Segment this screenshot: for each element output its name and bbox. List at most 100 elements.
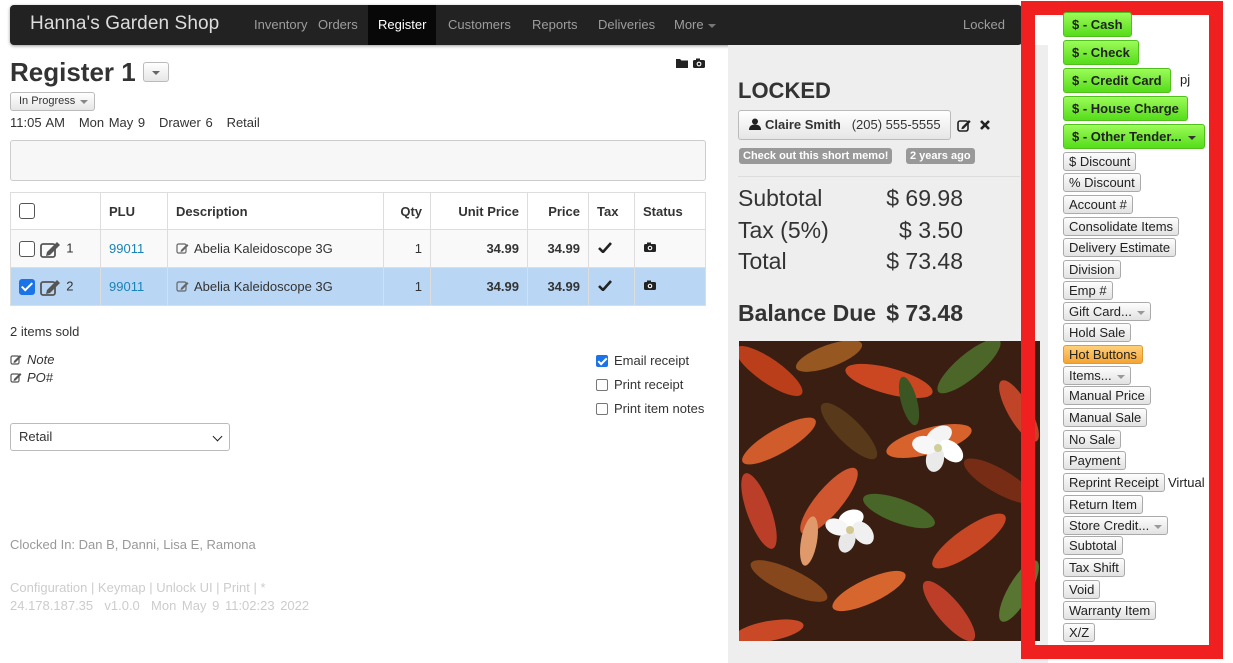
top-icons bbox=[675, 56, 707, 73]
reprint-note: Virtual bbox=[1168, 475, 1205, 490]
hold-sale-button[interactable]: Hold Sale bbox=[1063, 323, 1132, 342]
po-link[interactable]: PO# bbox=[10, 370, 53, 385]
nav-more-label: More bbox=[674, 17, 704, 32]
check-tender-button[interactable]: $ - Check bbox=[1063, 40, 1139, 65]
row-line-number: 2 bbox=[66, 277, 74, 293]
void-button[interactable]: Void bbox=[1063, 580, 1101, 599]
warranty-item-button[interactable]: Warranty Item bbox=[1063, 601, 1157, 620]
edit-small-icon[interactable] bbox=[176, 280, 190, 292]
row-plu: 99011 bbox=[100, 267, 168, 306]
hot-buttons-button[interactable]: Hot Buttons bbox=[1063, 345, 1143, 364]
payment-button[interactable]: Payment bbox=[1063, 451, 1127, 470]
col-qty[interactable]: Qty bbox=[383, 192, 431, 230]
user-icon bbox=[749, 118, 761, 130]
plu-link[interactable]: 99011 bbox=[109, 241, 144, 256]
col-plu[interactable]: PLU bbox=[100, 192, 168, 230]
locked-title: LOCKED bbox=[738, 78, 831, 103]
row-checkbox[interactable] bbox=[19, 240, 35, 257]
register-date: Mon May 9 bbox=[78, 115, 146, 130]
email-receipt-option[interactable]: Email receipt bbox=[596, 353, 689, 368]
col-tax[interactable]: Tax bbox=[588, 192, 635, 230]
col-unit-price[interactable]: Unit Price bbox=[430, 192, 528, 230]
row-unit-price[interactable]: 34.99 bbox=[430, 229, 528, 268]
memo-field[interactable] bbox=[10, 140, 706, 181]
cash-tender-button[interactable]: $ - Cash bbox=[1063, 12, 1132, 37]
row-tax bbox=[588, 229, 635, 268]
nav-register[interactable]: Register bbox=[368, 5, 437, 45]
credit-card-note: pj bbox=[1180, 72, 1191, 87]
consolidate-items-button[interactable]: Consolidate Items bbox=[1063, 217, 1180, 236]
nav-customers[interactable]: Customers bbox=[438, 5, 521, 45]
print-item-notes-option[interactable]: Print item notes bbox=[596, 401, 704, 416]
manual-price-button[interactable]: Manual Price bbox=[1063, 386, 1151, 405]
folder-camera-icons[interactable] bbox=[675, 56, 707, 70]
camera-icon[interactable] bbox=[643, 242, 657, 253]
delivery-estimate-button[interactable]: Delivery Estimate bbox=[1063, 238, 1177, 257]
percent-discount-button[interactable]: % Discount bbox=[1063, 173, 1141, 192]
note-link[interactable]: Note bbox=[10, 352, 54, 367]
nav-deliveries[interactable]: Deliveries bbox=[588, 5, 665, 45]
reprint-receipt-button[interactable]: Reprint Receipt bbox=[1063, 473, 1165, 492]
tax-shift-button[interactable]: Tax Shift bbox=[1063, 558, 1125, 577]
table-row[interactable]: 2 99011 Abelia Kaleidoscope 3G 1 34.99 3… bbox=[10, 267, 706, 306]
plu-link[interactable]: 99011 bbox=[109, 279, 144, 294]
brand-logo[interactable]: Hanna's Garden Shop bbox=[30, 13, 219, 35]
manual-sale-button[interactable]: Manual Sale bbox=[1063, 408, 1148, 427]
items-button[interactable]: Items... bbox=[1063, 366, 1131, 385]
close-icon[interactable] bbox=[979, 119, 991, 131]
sale-type-value: Retail bbox=[19, 429, 53, 444]
nav-inventory[interactable]: Inventory bbox=[244, 5, 317, 45]
sale-type-select[interactable]: Retail bbox=[10, 423, 230, 451]
edit-small-icon bbox=[10, 355, 22, 365]
account-button[interactable]: Account # bbox=[1063, 195, 1133, 214]
print-item-notes-checkbox[interactable] bbox=[596, 403, 608, 415]
product-photo bbox=[739, 341, 1040, 641]
emp-button[interactable]: Emp # bbox=[1063, 281, 1113, 300]
edit-icon[interactable] bbox=[39, 238, 63, 260]
nav-locked[interactable]: Locked bbox=[953, 5, 1022, 68]
table-header-row: PLU Description Qty Unit Price Price Tax… bbox=[10, 192, 706, 230]
edit-icon[interactable] bbox=[39, 276, 63, 298]
gift-card-button[interactable]: Gift Card... bbox=[1063, 302, 1151, 321]
footer-links[interactable]: Configuration | Keymap | Unlock UI | Pri… bbox=[10, 580, 266, 595]
col-status[interactable]: Status bbox=[634, 192, 706, 230]
status-dropdown[interactable]: In Progress bbox=[10, 92, 95, 111]
subtotal-button[interactable]: Subtotal bbox=[1063, 536, 1123, 555]
other-tender-button[interactable]: $ - Other Tender... bbox=[1063, 124, 1205, 149]
row-qty[interactable]: 1 bbox=[383, 267, 431, 306]
no-sale-button[interactable]: No Sale bbox=[1063, 430, 1122, 449]
select-all-checkbox[interactable] bbox=[19, 203, 35, 220]
print-receipt-option[interactable]: Print receipt bbox=[596, 377, 683, 392]
nav-orders[interactable]: Orders bbox=[308, 5, 368, 45]
nav-more[interactable]: More bbox=[664, 5, 726, 45]
row-qty[interactable]: 1 bbox=[383, 229, 431, 268]
dollar-discount-button[interactable]: $ Discount bbox=[1063, 152, 1137, 171]
email-receipt-checkbox[interactable] bbox=[596, 355, 608, 367]
nav-locked-label: Locked bbox=[963, 17, 1005, 32]
xz-button[interactable]: X/Z bbox=[1063, 623, 1096, 642]
register-time: 11:05 AM bbox=[10, 115, 65, 130]
subtotal-value: $ 69.98 bbox=[886, 185, 963, 211]
table-row[interactable]: 1 99011 Abelia Kaleidoscope 3G 1 34.99 3… bbox=[10, 229, 706, 268]
edit-customer-icon[interactable] bbox=[957, 118, 971, 132]
row-checkbox[interactable] bbox=[19, 278, 35, 295]
division-button[interactable]: Division bbox=[1063, 260, 1121, 279]
top-navbar: Hanna's Garden Shop Inventory Orders Reg… bbox=[10, 5, 1022, 68]
chevron-down-icon bbox=[1116, 374, 1125, 379]
house-charge-tender-button[interactable]: $ - House Charge bbox=[1063, 96, 1188, 121]
return-item-button[interactable]: Return Item bbox=[1063, 495, 1143, 514]
status-label: In Progress bbox=[19, 95, 76, 107]
nav-reports[interactable]: Reports bbox=[522, 5, 588, 45]
chevron-down-icon bbox=[707, 23, 716, 28]
camera-icon[interactable] bbox=[643, 280, 657, 291]
credit-card-tender-button[interactable]: $ - Credit Card bbox=[1063, 68, 1171, 93]
store-credit-button[interactable]: Store Credit... bbox=[1063, 516, 1169, 535]
customer-name: Claire Smith bbox=[765, 117, 841, 132]
print-receipt-checkbox[interactable] bbox=[596, 379, 608, 391]
edit-small-icon[interactable] bbox=[176, 242, 190, 254]
col-description[interactable]: Description bbox=[167, 192, 384, 230]
col-price[interactable]: Price bbox=[527, 192, 589, 230]
row-unit-price[interactable]: 34.99 bbox=[430, 267, 528, 306]
register-menu-button[interactable] bbox=[143, 62, 169, 82]
customer-button[interactable]: Claire Smith (205) 555-5555 bbox=[738, 110, 951, 140]
